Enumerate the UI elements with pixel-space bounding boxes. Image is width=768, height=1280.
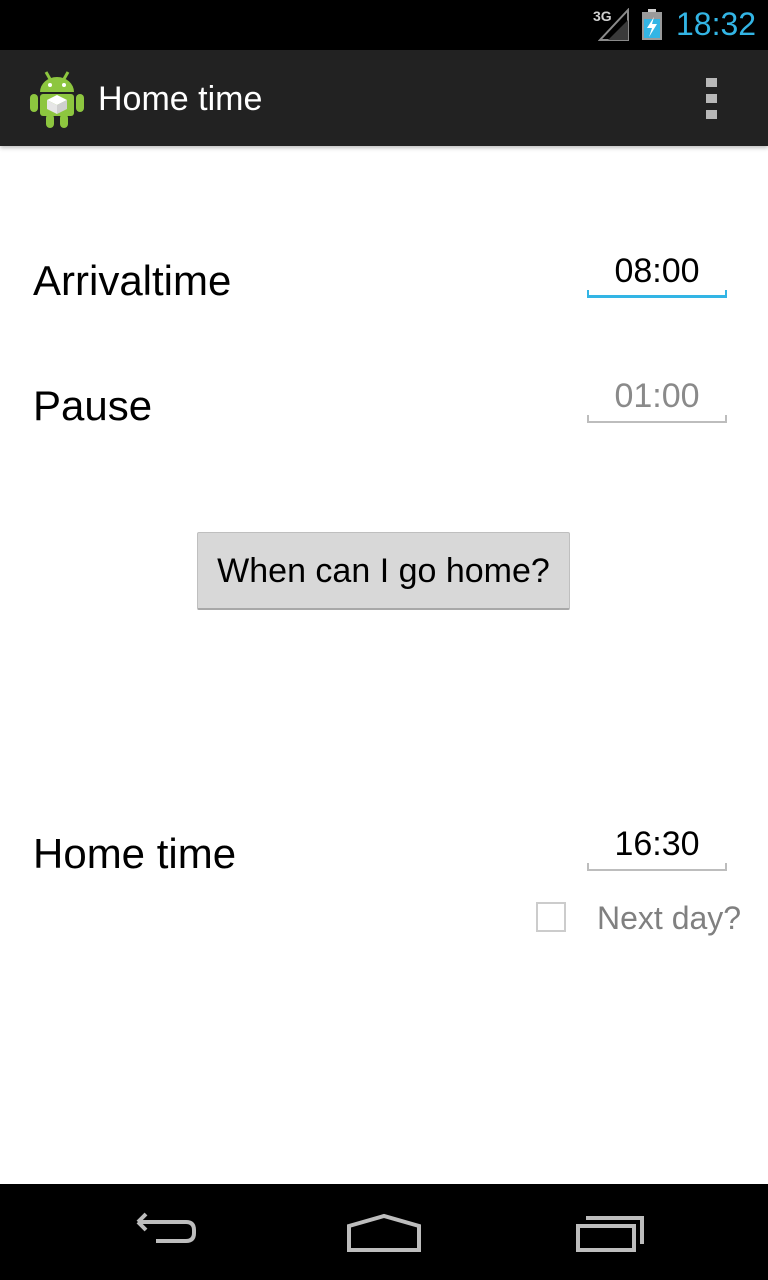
status-bar: 3G 18:32 xyxy=(0,0,768,50)
back-icon[interactable] xyxy=(116,1204,206,1260)
signal-icon xyxy=(598,8,629,41)
home-time-label: Home time xyxy=(33,830,237,877)
overflow-menu-icon-dot xyxy=(706,110,717,119)
home-time-underline xyxy=(587,863,727,871)
android-robot-icon xyxy=(30,71,84,128)
overflow-menu-button[interactable] xyxy=(688,74,736,124)
pause-value: 01:00 xyxy=(614,377,700,415)
arrival-time-value: 08:00 xyxy=(614,252,700,290)
when-can-i-go-home-button[interactable]: When can I go home? xyxy=(197,532,570,610)
arrival-time-underline xyxy=(587,290,727,298)
overflow-menu-icon-dot xyxy=(706,94,717,103)
home-time-field[interactable]: 16:30 xyxy=(587,825,727,871)
recent-apps-icon[interactable] xyxy=(566,1204,656,1260)
arrival-time-field[interactable]: 08:00 xyxy=(587,252,727,298)
overflow-menu-icon xyxy=(706,78,717,87)
arrival-time-label: Arrivaltime xyxy=(33,257,232,304)
home-icon[interactable] xyxy=(339,1204,429,1260)
home-time-value: 16:30 xyxy=(614,825,700,863)
pause-label: Pause xyxy=(33,382,153,429)
action-bar: Home time xyxy=(0,50,768,146)
pause-field[interactable]: 01:00 xyxy=(587,377,727,423)
status-clock: 18:32 xyxy=(676,6,757,42)
battery-charging-icon xyxy=(642,9,662,40)
next-day-checkbox[interactable] xyxy=(536,902,566,932)
next-day-label[interactable]: Next day? xyxy=(597,900,741,937)
navigation-bar xyxy=(0,1184,768,1280)
app-title: Home time xyxy=(98,80,263,118)
pause-underline xyxy=(587,415,727,423)
